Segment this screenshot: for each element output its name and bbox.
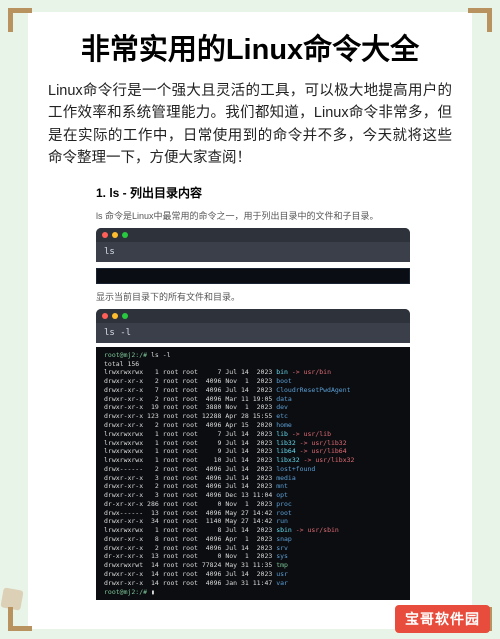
terminal-command: ls — [96, 242, 410, 262]
terminal-command: ls -l — [96, 323, 410, 343]
terminal-box: ls — [96, 228, 410, 262]
frame-corner — [468, 8, 492, 32]
intro-paragraph: Linux命令行是一个强大且灵活的工具，可以极大地提高用户的工作效率和系统管理能… — [48, 80, 452, 170]
frame-corner — [8, 607, 32, 631]
close-icon — [102, 313, 108, 319]
page-card: 非常实用的Linux命令大全 Linux命令行是一个强大且灵活的工具，可以极大地… — [28, 12, 472, 629]
caption-text: 显示当前目录下的所有文件和目录。 — [96, 290, 452, 303]
terminal-titlebar — [96, 309, 410, 323]
maximize-icon — [122, 313, 128, 319]
maximize-icon — [122, 232, 128, 238]
terminal-titlebar — [96, 228, 410, 242]
page-title: 非常实用的Linux命令大全 — [48, 26, 452, 68]
section-heading: 1. ls - 列出目录内容 — [96, 184, 452, 201]
close-icon — [102, 232, 108, 238]
terminal-output-dark — [96, 268, 410, 284]
frame-corner — [8, 8, 32, 32]
watermark-badge: 宝哥软件园 — [395, 605, 490, 633]
minimize-icon — [112, 313, 118, 319]
caption-text: ls 命令是Linux中最常用的命令之一，用于列出目录中的文件和子目录。 — [96, 209, 452, 222]
terminal-box: ls -l — [96, 309, 410, 343]
terminal-output: root@mj2:/# ls -l total 156 lrwxrwxrwx 1… — [96, 347, 410, 600]
minimize-icon — [112, 232, 118, 238]
